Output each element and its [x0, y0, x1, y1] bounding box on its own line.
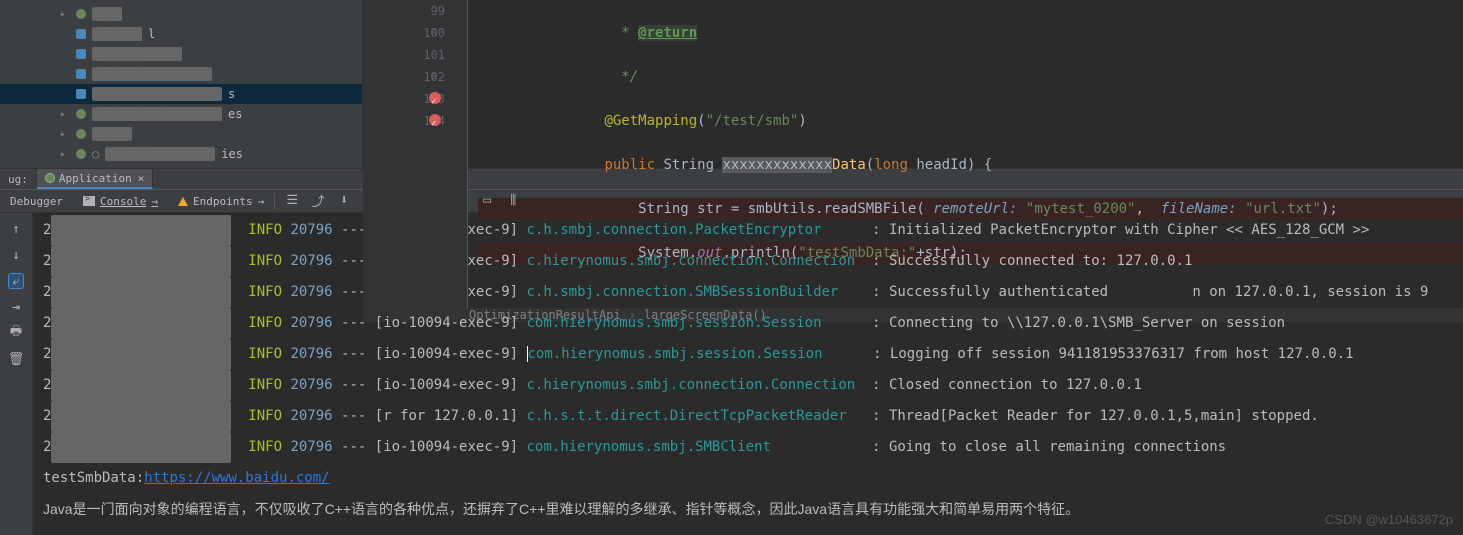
- arrow-icon: →: [258, 195, 265, 208]
- up-icon[interactable]: ⤴: [311, 193, 325, 207]
- close-icon[interactable]: ×: [138, 172, 145, 185]
- tab-debugger[interactable]: Debugger: [0, 190, 73, 212]
- breakpoint-icon[interactable]: [429, 114, 441, 126]
- soft-wrap-icon[interactable]: ⤶: [8, 273, 24, 289]
- console-output[interactable]: 2x INFO 20796 --- [io-10094-exec-9] c.h.…: [33, 213, 1463, 535]
- debug-label: ug:: [0, 169, 37, 189]
- arrow-icon: →: [151, 195, 158, 208]
- code-editor[interactable]: 99 100⊟ 101 102⊟ 103 104 * @return */ @G…: [363, 0, 1463, 168]
- clear-icon[interactable]: 🗑: [8, 351, 24, 367]
- watermark: CSDN @w10463672p: [1325, 512, 1453, 527]
- align-icon[interactable]: ☰: [285, 193, 299, 207]
- output-link[interactable]: https://www.baidu.com/: [144, 470, 329, 486]
- console-icon: [83, 196, 95, 206]
- project-tree[interactable]: ▸xx xxxxl xxxxxxx xxxxxxxxx xxxxxxxxxxs …: [0, 0, 363, 168]
- application-icon: [45, 173, 55, 183]
- download-icon[interactable]: ⬇: [337, 193, 351, 207]
- box-icon[interactable]: ▭: [480, 193, 494, 207]
- tab-application[interactable]: Application ×: [37, 169, 153, 189]
- tab-console[interactable]: Console →: [73, 190, 168, 212]
- scroll-up-icon[interactable]: ↑: [8, 221, 24, 237]
- console-toolbar: ↑ ↓ ⤶ ⇥ 🖶 🗑: [0, 213, 33, 535]
- tab-endpoints[interactable]: Endpoints →: [168, 190, 274, 212]
- breakpoint-icon[interactable]: [429, 92, 441, 104]
- scroll-down-icon[interactable]: ↓: [8, 247, 24, 263]
- editor-gutter[interactable]: 99 100⊟ 101 102⊟ 103 104: [363, 0, 468, 308]
- scroll-to-end-icon[interactable]: ⇥: [8, 299, 24, 315]
- print-icon[interactable]: 🖶: [8, 325, 24, 341]
- filter-icon[interactable]: ⫼: [506, 193, 520, 207]
- endpoints-icon: [178, 197, 188, 206]
